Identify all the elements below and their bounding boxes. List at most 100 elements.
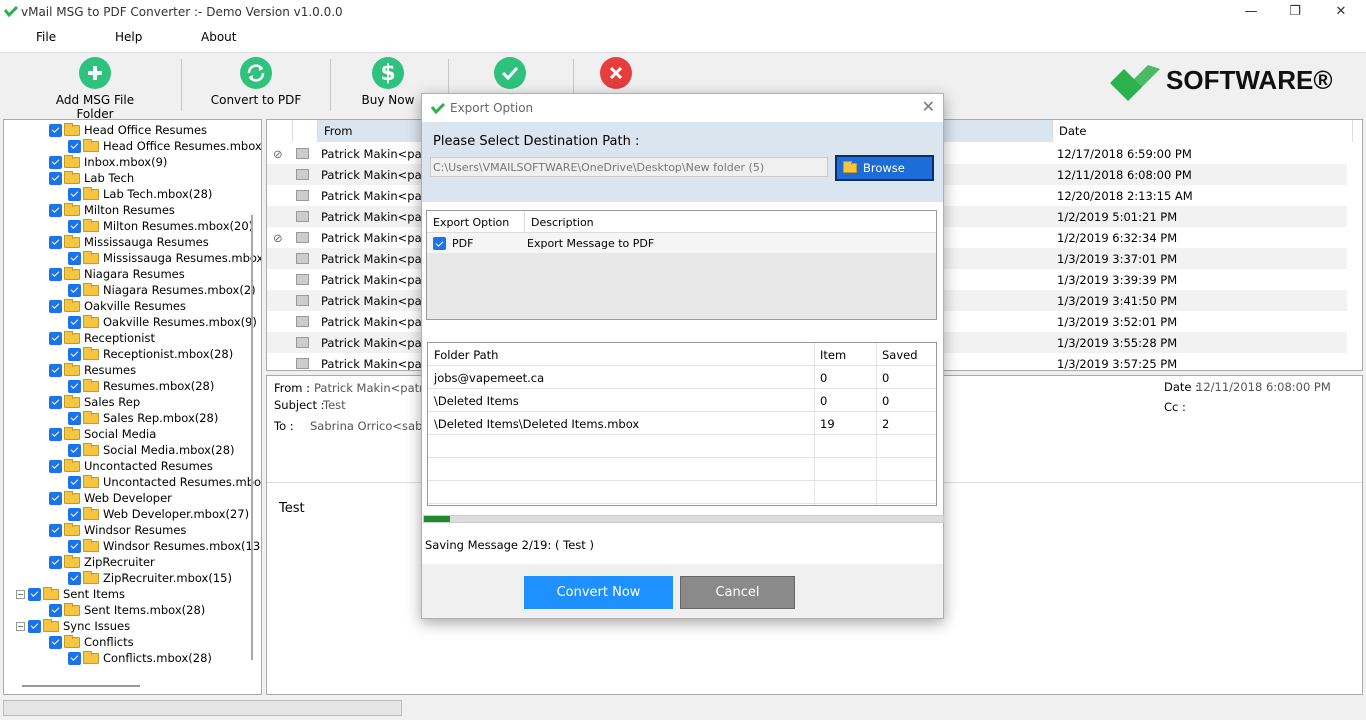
tree-item[interactable]: Inbox.mbox(9) [49, 154, 167, 170]
tree-item[interactable]: Head Office Resumes [49, 122, 207, 138]
collapse-icon[interactable]: − [16, 621, 25, 631]
tree-item[interactable]: Niagara Resumes.mbox(2) [68, 282, 256, 298]
date-column-header[interactable]: Date [1053, 120, 1353, 142]
tree-item[interactable]: Oakville Resumes [49, 298, 186, 314]
dialog-title: Export Option [450, 101, 534, 115]
tree-item[interactable]: Resumes [49, 362, 136, 378]
tree-item[interactable]: Mississauga Resumes.mbox(28) [68, 250, 261, 266]
folder-tree[interactable]: Head Office Resumes Head Office Resumes.m… [3, 119, 262, 695]
tree-checkbox[interactable] [49, 267, 62, 281]
tree-item[interactable]: Windsor Resumes [49, 522, 186, 538]
tree-checkbox[interactable] [49, 299, 62, 313]
tree-checkbox[interactable] [49, 427, 62, 441]
minimize-button[interactable]: — [1236, 2, 1266, 22]
tree-item[interactable]: Oakville Resumes.mbox(9) [68, 314, 257, 330]
folder-icon [64, 122, 80, 136]
tree-checkbox[interactable] [49, 171, 62, 185]
tree-checkbox[interactable] [49, 523, 62, 537]
tree-checkbox[interactable] [28, 587, 41, 601]
tree-item[interactable]: Niagara Resumes [49, 266, 185, 282]
tree-item[interactable]: Receptionist [49, 330, 155, 346]
tree-vertical-scrollbar[interactable] [251, 215, 253, 660]
close-window-button[interactable]: ✕ [1326, 2, 1356, 22]
x-icon [600, 57, 632, 89]
tree-item[interactable]: Social Media [49, 426, 156, 442]
convert-now-button[interactable]: Convert Now [524, 576, 673, 609]
tree-item[interactable]: Sales Rep.mbox(28) [68, 410, 218, 426]
add-msg-folder-button[interactable]: Add MSG File Folder [36, 57, 154, 121]
tree-item[interactable]: Mississauga Resumes [49, 234, 209, 250]
tree-item[interactable]: Web Developer [49, 490, 172, 506]
tree-item[interactable]: Milton Resumes.mbox(20) [68, 218, 253, 234]
tree-item[interactable]: − Sync Issues [16, 618, 130, 634]
tree-item[interactable]: Sent Items.mbox(28) [49, 602, 205, 618]
item-col: Item [820, 348, 847, 362]
tree-item[interactable]: ZipRecruiter [49, 554, 155, 570]
tree-item[interactable]: Web Developer.mbox(27) [68, 506, 249, 522]
tree-checkbox[interactable] [68, 251, 81, 265]
tree-checkbox[interactable] [49, 123, 62, 137]
tree-checkbox[interactable] [49, 155, 62, 169]
tree-checkbox[interactable] [68, 507, 81, 521]
tree-checkbox[interactable] [68, 443, 81, 457]
tree-item-label: Uncontacted Resumes [84, 459, 213, 473]
tree-item[interactable]: Resumes.mbox(28) [68, 378, 214, 394]
tree-checkbox[interactable] [49, 603, 62, 617]
dialog-close-button[interactable]: ✕ [922, 97, 935, 116]
ok-button[interactable] [494, 57, 526, 93]
tree-item[interactable]: Lab Tech.mbox(28) [68, 186, 212, 202]
tree-checkbox[interactable] [68, 347, 81, 361]
tree-horizontal-scrollbar[interactable] [22, 685, 140, 687]
tree-checkbox[interactable] [68, 219, 81, 233]
menu-help[interactable]: Help [115, 30, 142, 44]
tree-checkbox[interactable] [68, 539, 81, 553]
tree-checkbox[interactable] [49, 235, 62, 249]
tree-checkbox[interactable] [49, 459, 62, 473]
tree-item[interactable]: Windsor Resumes.mbox(13) [68, 538, 261, 554]
tree-item[interactable]: Conflicts.mbox(28) [68, 650, 212, 666]
tree-item[interactable]: − Sent Items [16, 586, 125, 602]
stop-button[interactable] [600, 57, 632, 93]
tree-item[interactable]: Conflicts [49, 634, 134, 650]
collapse-icon[interactable]: − [16, 589, 25, 599]
menu-about[interactable]: About [201, 30, 236, 44]
tree-checkbox[interactable] [28, 619, 41, 633]
tree-checkbox[interactable] [68, 379, 81, 393]
tree-checkbox[interactable] [68, 315, 81, 329]
tree-item[interactable]: Milton Resumes [49, 202, 175, 218]
tree-item[interactable]: Uncontacted Resumes [49, 458, 213, 474]
tree-item[interactable]: Receptionist.mbox(28) [68, 346, 233, 362]
tree-checkbox[interactable] [49, 491, 62, 505]
menu-file[interactable]: File [36, 30, 56, 44]
cancel-button[interactable]: Cancel [680, 576, 795, 609]
tree-checkbox[interactable] [49, 635, 62, 649]
tree-checkbox[interactable] [68, 651, 81, 665]
destination-path-input[interactable] [430, 157, 828, 177]
export-option-row[interactable]: PDF Export Message to PDF [427, 233, 936, 253]
maximize-button[interactable]: ❐ [1280, 2, 1310, 22]
browse-button[interactable]: Browse [835, 155, 934, 181]
pdf-checkbox[interactable] [433, 237, 446, 250]
tree-checkbox[interactable] [49, 363, 62, 377]
tree-checkbox[interactable] [68, 187, 81, 201]
tree-item[interactable]: Social Media.mbox(28) [68, 442, 235, 458]
plus-circle-icon [79, 57, 111, 89]
tree-item[interactable]: Head Office Resumes.mbox(28) [68, 138, 261, 154]
convert-to-pdf-button[interactable]: Convert to PDF [207, 57, 305, 107]
tree-checkbox[interactable] [68, 475, 81, 489]
tree-checkbox[interactable] [49, 331, 62, 345]
tree-checkbox[interactable] [68, 283, 81, 297]
tree-item[interactable]: ZipRecruiter.mbox(15) [68, 570, 232, 586]
check-icon [494, 57, 526, 89]
mail-date: 1/3/2019 3:37:01 PM [1057, 252, 1178, 266]
tree-checkbox[interactable] [68, 139, 81, 153]
tree-item[interactable]: Lab Tech [49, 170, 134, 186]
tree-checkbox[interactable] [49, 395, 62, 409]
tree-item[interactable]: Sales Rep [49, 394, 140, 410]
tree-checkbox[interactable] [68, 411, 81, 425]
tree-checkbox[interactable] [49, 203, 62, 217]
tree-checkbox[interactable] [68, 571, 81, 585]
tree-checkbox[interactable] [49, 555, 62, 569]
tree-item[interactable]: Uncontacted Resumes.mbox(28) [68, 474, 261, 490]
buy-now-button[interactable]: $ Buy Now [356, 57, 420, 107]
